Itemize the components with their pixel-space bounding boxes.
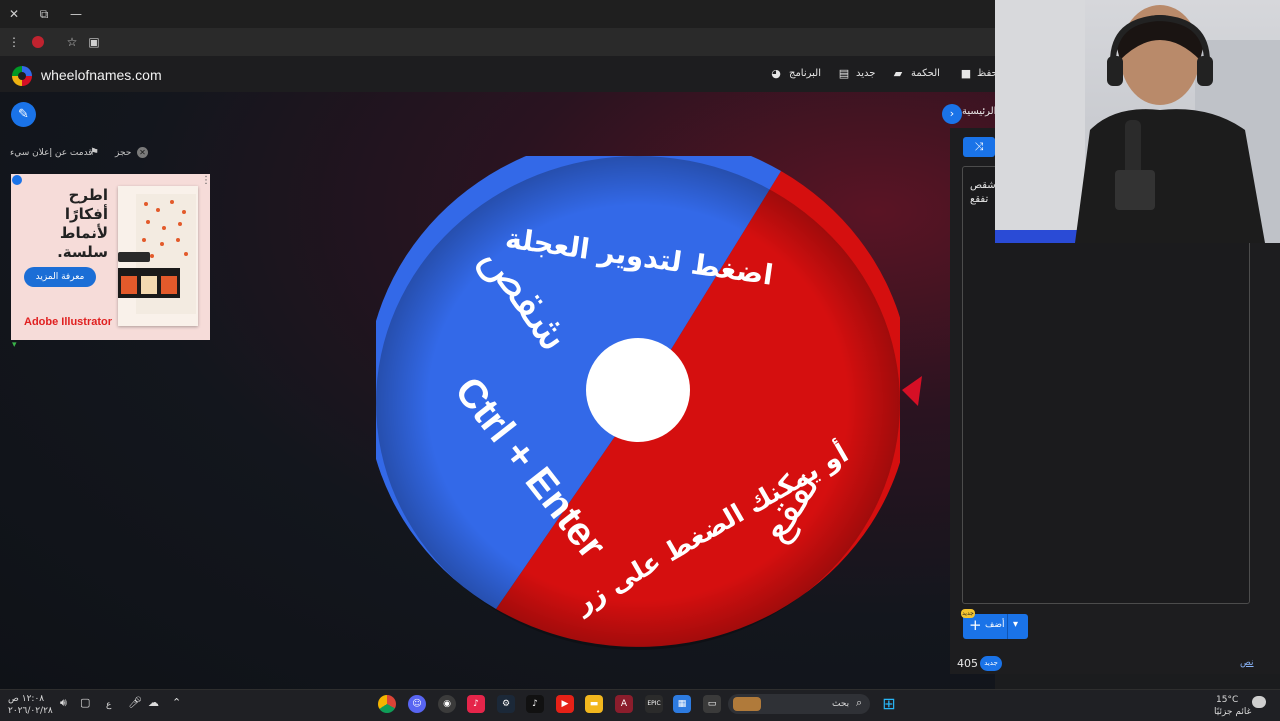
steam-icon[interactable]: ⚙ [497, 695, 515, 713]
chevron-down-icon[interactable]: ▾ [1013, 619, 1018, 630]
restore-window-icon[interactable]: ⧉ [34, 0, 54, 28]
wheel-pointer-icon [902, 376, 922, 406]
tiktok-studio-icon[interactable]: ♪ [467, 695, 485, 713]
entry-line: تفقع [970, 194, 989, 205]
close-window-icon[interactable]: ✕ [4, 0, 24, 28]
panel-text-link[interactable]: نص [1240, 658, 1254, 668]
collapse-panel-icon[interactable]: › [942, 104, 962, 124]
discord-icon[interactable]: ☺ [408, 695, 426, 713]
count-badge: جديد [980, 656, 1002, 671]
folder-open-icon: ▰ [893, 67, 903, 80]
extension-icon[interactable] [32, 36, 44, 48]
terminal-icon[interactable]: ▭ [703, 695, 721, 713]
spin-wheel[interactable]: اضغط لتدوير العجلة شقص تفقع Ctrl + Enter… [376, 156, 900, 650]
ad-headline: اطرح أفكارًا لأنماط سلسة. [57, 186, 108, 261]
save-icon: ■ [960, 67, 972, 80]
site-logo-icon[interactable] [12, 66, 32, 86]
obs-icon[interactable]: ◉ [438, 695, 456, 713]
clock-time[interactable]: ١٢:٠٨ ص [8, 693, 44, 705]
cloud-icon[interactable]: ☁ [148, 697, 159, 709]
microphone-icon[interactable]: 🎤︎ [128, 697, 142, 709]
wheel-center [586, 338, 690, 442]
plus-icon: + [969, 616, 982, 634]
close-ad-icon[interactable]: ✕ [137, 147, 148, 158]
search-icon: ⌕ [856, 696, 863, 709]
store-icon[interactable]: ▦ [673, 695, 691, 713]
shuffle-button[interactable]: ⤨ [963, 137, 995, 157]
ad-choices-icon[interactable]: ▾ [12, 340, 17, 350]
chevron-up-icon[interactable]: ⌃ [172, 697, 181, 709]
entries-count: 405 [957, 657, 978, 670]
files-icon[interactable]: ▬ [585, 695, 603, 713]
add-entry-label: أضف [985, 620, 1005, 630]
windows-start-icon[interactable]: ⊞ [880, 695, 898, 713]
new-badge: جديد [961, 609, 975, 618]
network-icon[interactable]: ▢ [80, 697, 90, 709]
browser-titlebar: ✕ ⧉ — [0, 0, 995, 28]
file-icon: ▤ [838, 67, 850, 80]
nav-new[interactable]: جديد [856, 66, 875, 82]
report-ad-link[interactable]: قدمت عن إعلان سيء [10, 147, 93, 159]
hide-ad-link[interactable]: حجز [115, 147, 131, 159]
flag-icon: ⚑ [90, 147, 99, 158]
browser-toolbar: ⋮ ☆ ▣ [0, 28, 995, 56]
clock-date[interactable]: ٢٠٢٦/٠٢/٢٨ [8, 705, 53, 717]
site-settings-icon[interactable]: ▣ [84, 28, 104, 56]
ad-brand: Adobe Illustrator [24, 316, 113, 328]
ad-menu-icon[interactable]: ⋮ [201, 175, 211, 186]
taskbar-search-placeholder: بحث [832, 699, 850, 709]
epic-icon[interactable]: EPIC [645, 695, 663, 713]
search-highlight-icon [733, 697, 761, 711]
ad-chocolate-art [118, 194, 196, 314]
button-divider [1007, 614, 1008, 639]
webcam-person-image [995, 0, 1280, 243]
adobe-icon[interactable]: A [615, 695, 633, 713]
entry-line: شقص [970, 180, 996, 191]
ad-product-image [118, 186, 198, 326]
webcam-overlay [995, 0, 1280, 243]
edit-pencil-icon[interactable]: ✎ [11, 102, 36, 127]
palette-icon: ◕ [771, 67, 781, 80]
nav-open[interactable]: الحكمة [911, 66, 940, 82]
language-indicator[interactable]: ع [106, 699, 111, 711]
menu-dots-icon[interactable]: ⋮ [4, 28, 24, 56]
youtube-icon[interactable]: ▶ [556, 695, 574, 713]
weather-temp[interactable]: 15°C [1216, 694, 1238, 706]
ad-learn-more-button[interactable]: معرفة المزيد [24, 267, 96, 287]
bookmark-star-icon[interactable]: ☆ [62, 28, 82, 56]
chrome-icon[interactable] [378, 695, 396, 713]
weather-cloud-icon[interactable] [1252, 696, 1266, 708]
site-name[interactable]: wheelofnames.com [41, 66, 162, 84]
nav-customize[interactable]: البرنامج [789, 66, 821, 82]
panel-tab[interactable]: الرئيسية [962, 106, 996, 117]
windows-taskbar [0, 689, 1280, 721]
tiktok-icon[interactable]: ♪ [526, 695, 544, 713]
minimize-window-icon[interactable]: — [66, 0, 86, 28]
add-entry-button[interactable]: + أضف ▾ [963, 614, 1028, 639]
volume-icon[interactable]: 🔊︎ [60, 697, 67, 709]
ad-info-icon[interactable] [12, 175, 22, 185]
weather-desc[interactable]: غائم جزئيًا [1214, 706, 1251, 718]
